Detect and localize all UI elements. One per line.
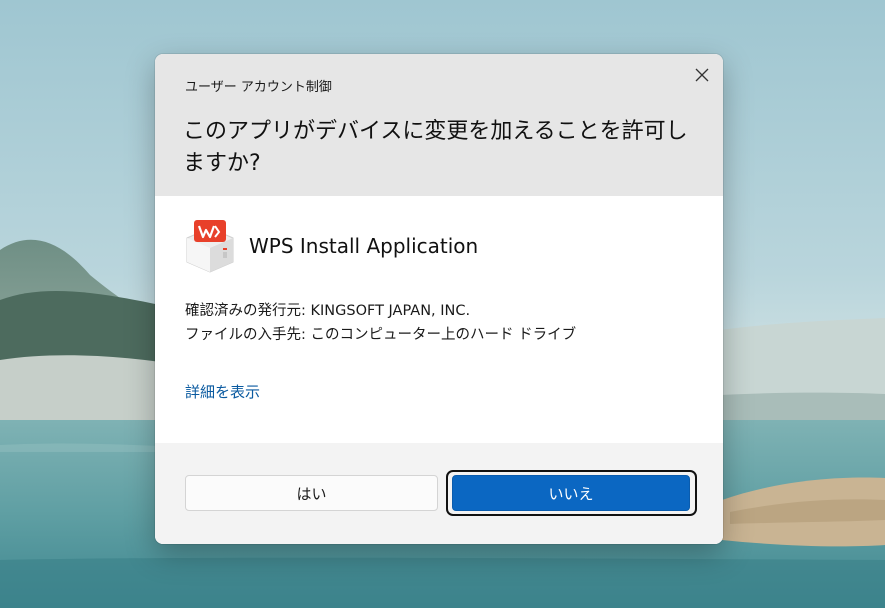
dialog-header: ユーザー アカウント制御 このアプリがデバイスに変更を加えることを許可しますか? [155,54,723,196]
publisher-text: 確認済みの発行元: KINGSOFT JAPAN, INC. [185,303,471,319]
close-button[interactable] [687,62,717,88]
yes-button[interactable]: はい [185,475,438,511]
dialog-caption: ユーザー アカウント制御 [185,80,332,95]
app-info-row: WPS Install Application [185,218,478,274]
no-button[interactable]: いいえ [452,475,690,511]
file-origin-text: ファイルの入手先: このコンピューター上のハード ドライブ [185,327,577,343]
show-details-link[interactable]: 詳細を表示 [185,381,260,402]
wps-office-icon [186,220,234,273]
close-icon [695,68,709,82]
uac-dialog: ユーザー アカウント制御 このアプリがデバイスに変更を加えることを許可しますか?… [155,54,723,544]
app-name: WPS Install Application [249,234,479,258]
dialog-question: このアプリがデバイスに変更を加えることを許可しますか? [183,119,688,176]
